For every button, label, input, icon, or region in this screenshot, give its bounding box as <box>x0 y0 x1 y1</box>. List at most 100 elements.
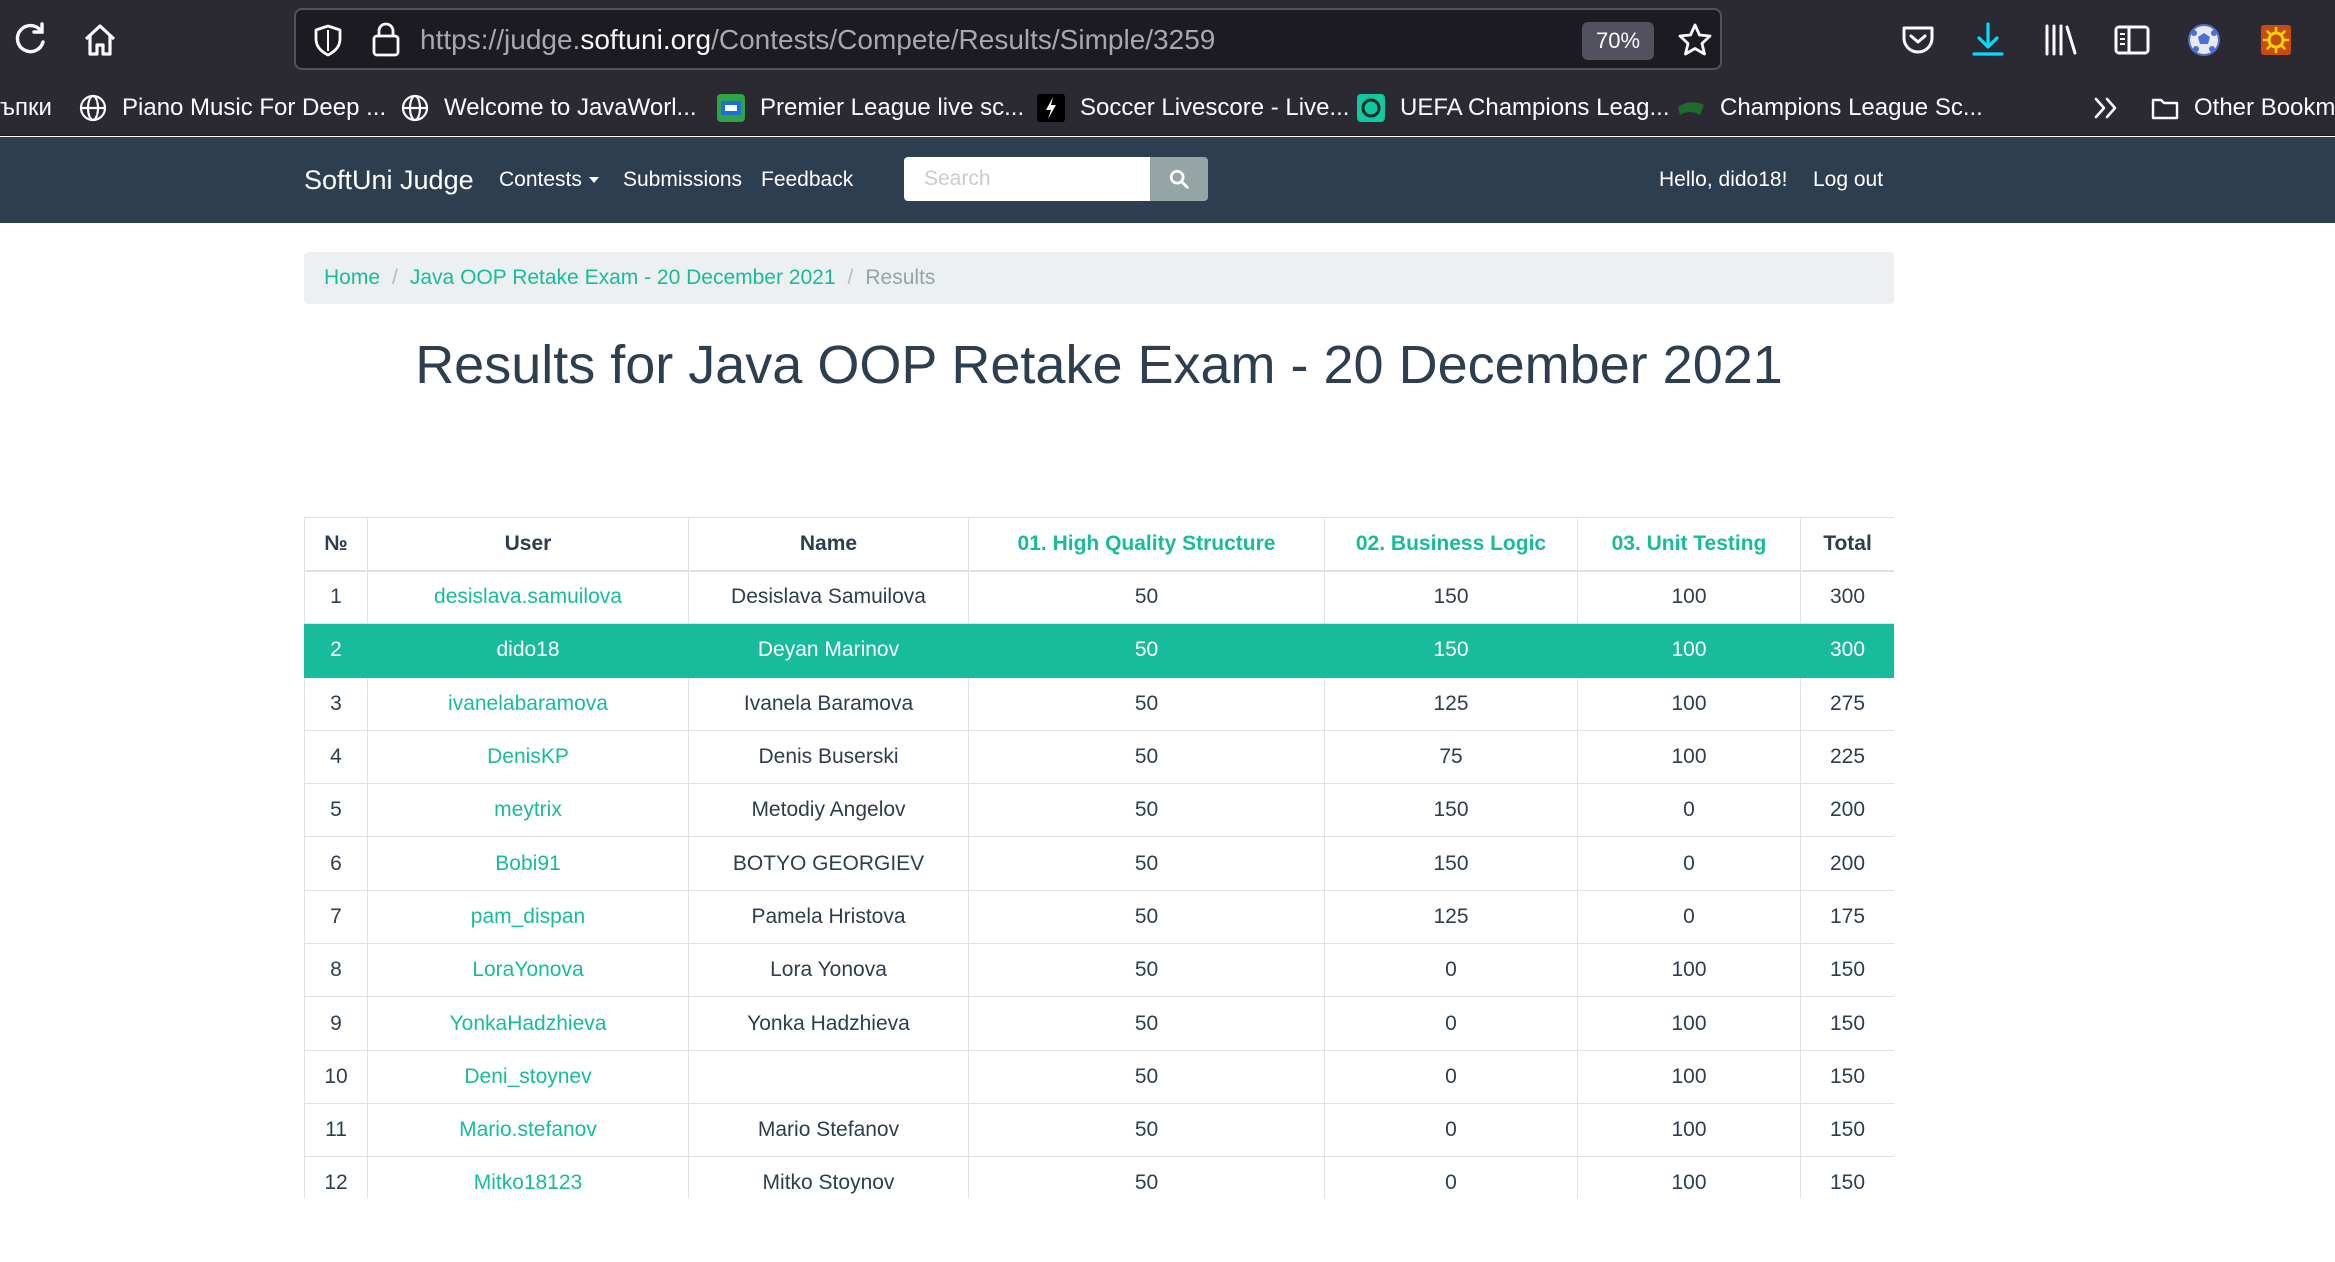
cell-name: Ivanela Baramova <box>688 676 969 731</box>
bookmark-folder-truncated[interactable]: ъпки <box>0 90 52 126</box>
cell-task-2: 150 <box>1324 623 1578 678</box>
zoom-level-badge[interactable]: 70% <box>1582 22 1654 60</box>
header-task-3-link[interactable]: 03. Unit Testing <box>1577 517 1801 572</box>
reload-icon[interactable] <box>8 18 52 62</box>
header-task-2-link[interactable]: 02. Business Logic <box>1324 517 1578 572</box>
download-icon[interactable] <box>1966 18 2010 62</box>
url-text[interactable]: https://judge.softuni.org/Contests/Compe… <box>420 24 1215 56</box>
site-navbar: SoftUni Judge Contests Submissions Feedb… <box>0 137 2335 223</box>
table-row: 1 desislava.samuilova Desislava Samuilova 5… <box>304 569 1894 625</box>
cell-task-1: 50 <box>968 943 1325 998</box>
shield-icon[interactable] <box>310 22 346 58</box>
bookmark-premier-league[interactable]: Premier League live sc... <box>716 90 1024 126</box>
cell-task-2: 150 <box>1324 783 1578 838</box>
cell-name: Desislava Samuilova <box>688 569 969 625</box>
nav-submissions[interactable]: Submissions <box>623 167 742 193</box>
user-profile-link[interactable]: Deni_stoynev <box>464 1065 591 1088</box>
cell-task-2: 0 <box>1324 1049 1578 1104</box>
user-profile-link[interactable]: meytrix <box>494 798 562 821</box>
cell-total: 150 <box>1800 943 1894 998</box>
library-icon[interactable] <box>2038 18 2082 62</box>
breadcrumb-home[interactable]: Home <box>324 266 380 289</box>
nav-feedback[interactable]: Feedback <box>761 167 853 193</box>
cell-task-3: 100 <box>1577 569 1801 625</box>
cell-name: Yonka Hadzhieva <box>688 996 969 1051</box>
globe-icon <box>78 93 108 123</box>
cell-task-3: 0 <box>1577 836 1801 891</box>
cell-task-1: 50 <box>968 729 1325 785</box>
extension-soccer-icon[interactable] <box>2182 18 2226 62</box>
table-row: 5 meytrix Metodiy Angelov 50 150 0 200 <box>304 783 1894 838</box>
cell-task-3: 100 <box>1577 1102 1801 1158</box>
bookmark-star-icon[interactable] <box>1676 21 1714 59</box>
cell-user: ivanelabaramova <box>367 676 689 731</box>
cell-user: meytrix <box>367 783 689 838</box>
cell-total: 150 <box>1800 1102 1894 1158</box>
cell-name: Denis Buserski <box>688 729 969 785</box>
champions-league-icon <box>1676 93 1706 123</box>
reader-view-icon[interactable] <box>2110 18 2154 62</box>
user-profile-link[interactable]: desislava.samuilova <box>434 585 622 608</box>
cell-total: 200 <box>1800 783 1894 838</box>
bookmark-soccer-livescore[interactable]: Soccer Livescore - Live... <box>1036 90 1349 126</box>
user-profile-link[interactable]: Bobi91 <box>495 852 560 875</box>
user-profile-link[interactable]: YonkaHadzhieva <box>450 1012 607 1035</box>
table-row: 3 ivanelabaramova Ivanela Baramova 50 125 100… <box>304 676 1894 731</box>
nav-greeting[interactable]: Hello, dido18! <box>1659 167 1787 193</box>
cell-user: Deni_stoynev <box>367 1049 689 1104</box>
cell-task-2: 150 <box>1324 836 1578 891</box>
cell-task-1: 50 <box>968 889 1325 945</box>
cell-total: 150 <box>1800 1156 1894 1198</box>
user-profile-link[interactable]: dido18 <box>496 638 559 661</box>
user-profile-link[interactable]: LoraYonova <box>472 958 583 981</box>
search-input[interactable] <box>904 157 1150 201</box>
user-profile-link[interactable]: pam_dispan <box>471 905 585 928</box>
pocket-icon[interactable] <box>1896 18 1940 62</box>
table-header-row: № User Name 01. High Quality Structure 0… <box>304 517 1894 572</box>
bookmark-piano-music[interactable]: Piano Music For Deep ... <box>78 90 386 126</box>
url-bar[interactable]: https://judge.softuni.org/Contests/Compe… <box>294 8 1722 70</box>
nav-contests-dropdown[interactable]: Contests <box>499 167 599 193</box>
cell-name: Mario Stefanov <box>688 1102 969 1158</box>
cell-total: 150 <box>1800 1049 1894 1104</box>
cell-task-3: 100 <box>1577 943 1801 998</box>
cell-task-3: 100 <box>1577 1156 1801 1198</box>
extension-sun-icon[interactable] <box>2254 18 2298 62</box>
breadcrumb-contest[interactable]: Java OOP Retake Exam - 20 December 2021 <box>410 266 836 289</box>
cell-task-2: 150 <box>1324 569 1578 625</box>
user-profile-link[interactable]: DenisKP <box>487 745 569 768</box>
bookmark-champions-league-scores[interactable]: Champions League Sc... <box>1676 90 1983 126</box>
cell-user: pam_dispan <box>367 889 689 945</box>
user-profile-link[interactable]: ivanelabaramova <box>448 692 608 715</box>
cell-number: 10 <box>304 1049 368 1104</box>
bookmark-javaworld[interactable]: Welcome to JavaWorl... <box>400 90 697 126</box>
home-icon[interactable] <box>78 18 122 62</box>
brand-logo-link[interactable]: SoftUni Judge <box>304 164 474 196</box>
cell-task-1: 50 <box>968 996 1325 1051</box>
uefa-icon <box>1356 93 1386 123</box>
lock-icon[interactable] <box>368 20 404 58</box>
cell-task-2: 125 <box>1324 676 1578 731</box>
cell-task-3: 100 <box>1577 729 1801 785</box>
cell-user: DenisKP <box>367 729 689 785</box>
bookmark-uefa-champions-league[interactable]: UEFA Champions Leag... <box>1356 90 1669 126</box>
user-profile-link[interactable]: Mario.stefanov <box>459 1118 597 1141</box>
cell-task-3: 100 <box>1577 623 1801 678</box>
cell-number: 8 <box>304 943 368 998</box>
table-row: 10 Deni_stoynev 50 0 100 150 <box>304 1049 1894 1104</box>
cell-task-3: 0 <box>1577 783 1801 838</box>
cell-task-2: 0 <box>1324 1156 1578 1198</box>
user-profile-link[interactable]: Mitko18123 <box>474 1171 583 1194</box>
table-row: 11 Mario.stefanov Mario Stefanov 50 0 100 150 <box>304 1102 1894 1158</box>
cell-user: dido18 <box>367 623 689 678</box>
header-name: Name <box>688 517 969 572</box>
globe-icon <box>400 93 430 123</box>
search-button[interactable] <box>1150 157 1208 201</box>
nav-logout[interactable]: Log out <box>1813 167 1883 193</box>
cell-name <box>688 1049 969 1104</box>
cell-number: 3 <box>304 676 368 731</box>
more-bookmarks-chevron-icon[interactable] <box>2090 90 2124 126</box>
bookmark-other-bookmarks[interactable]: Other Bookma <box>2150 90 2335 126</box>
breadcrumb-current: Results <box>865 266 936 289</box>
header-task-1-link[interactable]: 01. High Quality Structure <box>968 517 1325 572</box>
